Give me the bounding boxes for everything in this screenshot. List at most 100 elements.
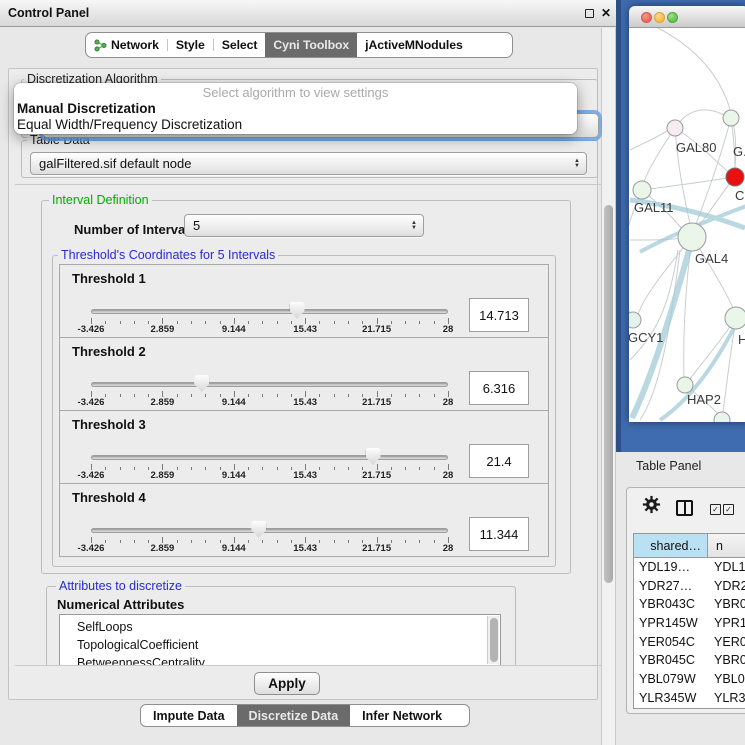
slider-thumb[interactable] [366,448,381,465]
node-gal11[interactable] [633,181,651,199]
table-data-combobox[interactable]: galFiltered.sif default node ▲▼ [30,152,587,175]
table-panel: ✓ ✓ shared… n YDL19…YDL1YDR27…YDR2YBR043… [626,487,745,714]
group-label: Attributes to discretize [56,579,185,593]
table-row[interactable]: YDL19…YDL1 [634,558,745,577]
table-cell[interactable]: YBR043C [634,595,708,614]
table-cell[interactable]: YBL0 [708,670,745,689]
close-icon[interactable]: ✕ [601,5,611,22]
slider-track[interactable] [91,455,448,460]
table-row[interactable]: YBR043CYBR0 [634,595,745,614]
table-cell[interactable]: YBL079W [634,670,708,689]
control-panel: Control Panel ✕ Network Style Select Cyn… [0,0,616,745]
tab-discretize-data[interactable]: Discretize Data [237,705,351,726]
float-window-icon[interactable] [585,9,594,18]
threshold-value-field[interactable]: 6.316 [469,371,529,405]
table-cell[interactable]: YPR1 [708,614,745,633]
node-gal4[interactable] [678,223,706,251]
network-window-titlebar[interactable] [629,6,745,28]
node-h[interactable] [725,307,745,329]
table-cell[interactable]: YBR0 [708,595,745,614]
red-node[interactable] [726,168,744,186]
column-header-shared-name[interactable]: shared… [634,534,708,557]
table-cell[interactable]: YIL052C [634,708,708,710]
node-hap2[interactable] [677,377,693,393]
slider-tick-label: 2.859 [140,397,184,408]
tab-select[interactable]: Select [214,33,266,57]
settings-gear-icon[interactable] [641,494,662,520]
table-cell[interactable]: YER054C [634,633,708,652]
split-view-icon[interactable] [676,500,693,516]
tab-style[interactable]: Style [168,33,213,57]
slider-thumb[interactable] [251,521,266,538]
tab-cyni-toolbox[interactable]: Cyni Toolbox [265,33,357,57]
table-cell[interactable]: YER0 [708,633,745,652]
slider-track[interactable] [91,382,448,387]
column-header-name[interactable]: n [708,534,745,557]
threshold-list: Threshold 1 -3.4262.8599.14415.4321.7152… [59,265,549,557]
table-row[interactable]: YLR345WYLR3 [634,689,745,708]
tab-network[interactable]: Network [86,33,167,57]
table-row[interactable]: YDR27…YDR2 [634,577,745,596]
table-data-value: galFiltered.sif default node [39,156,191,171]
threshold-panel: Threshold 1 -3.4262.8599.14415.4321.7152… [59,264,549,338]
threshold-value-field[interactable]: 21.4 [469,444,529,478]
table-cell[interactable]: YLR3 [708,689,745,708]
table-cell[interactable]: YDL19… [634,558,708,577]
threshold-value-field[interactable]: 11.344 [469,517,529,551]
slider-tick-label: 21.715 [355,543,399,554]
table-cell[interactable]: YLR345W [634,689,708,708]
table-cell[interactable]: YPR145W [634,614,708,633]
node-bottom[interactable] [714,412,730,422]
table-row[interactable]: YIL052CYIL0 [634,708,745,710]
close-traffic-light-icon[interactable] [641,12,652,23]
node-gal80[interactable] [667,120,683,136]
threshold-label: Threshold 4 [72,490,146,505]
node-gcy1[interactable] [629,312,641,328]
slider-tick-label: 9.144 [212,397,256,408]
minimize-traffic-light-icon[interactable] [654,12,665,23]
list-item[interactable]: BetweennessCentrality [60,654,500,666]
slider-tick-label: 9.144 [212,324,256,335]
checkbox-icon[interactable]: ✓ [723,504,734,515]
tab-impute-data[interactable]: Impute Data [141,705,237,726]
threshold-value-field[interactable]: 14.713 [469,298,529,332]
panel-vertical-scrollbar[interactable] [601,28,616,745]
node-label: GCY1 [629,330,663,345]
dropdown-option-equal-width[interactable]: Equal Width/Frequency Discretization [14,117,577,133]
apply-button[interactable]: Apply [254,672,320,695]
number-of-intervals-combobox[interactable]: 5 ▲▼ [184,214,424,237]
dropdown-option-manual[interactable]: Manual Discretization [14,101,577,117]
table-cell[interactable]: YBR045C [634,651,708,670]
table-row[interactable]: YER054CYER0 [634,633,745,652]
checkbox-icon[interactable]: ✓ [710,504,721,515]
slider-track[interactable] [91,309,448,314]
threshold-panel: Threshold 3 -3.4262.8599.14415.4321.7152… [59,410,549,484]
table-cell[interactable]: YBR0 [708,651,745,670]
attributes-to-discretize-group: Attributes to discretize Numerical Attri… [46,586,516,666]
slider-track[interactable] [91,528,448,533]
table-cell[interactable]: YIL0 [708,708,745,710]
list-scrollbar[interactable] [487,616,499,664]
table-row[interactable]: YBR045CYBR0 [634,651,745,670]
table-cell[interactable]: YDR2 [708,577,745,596]
list-item[interactable]: SelfLoops [60,618,500,636]
threshold-label: Threshold 2 [72,344,146,359]
table-row[interactable]: YBL079WYBL0 [634,670,745,689]
number-of-intervals-value: 5 [193,218,200,233]
table-cell[interactable]: YDR27… [634,577,708,596]
tab-infer-network[interactable]: Infer Network [350,705,454,726]
tab-jactivemnodules[interactable]: jActiveMNodules [357,33,471,57]
table-row[interactable]: YPR145WYPR1 [634,614,745,633]
slider-thumb[interactable] [290,302,305,319]
node-label: C [735,188,744,203]
table-rows: YDL19…YDL1YDR27…YDR2YBR043CYBR0YPR145WYP… [634,558,745,709]
slider-thumb[interactable] [194,375,209,392]
node-label: GAL80 [676,140,716,155]
table-cell[interactable]: YDL1 [708,558,745,577]
list-item[interactable]: TopologicalCoefficient [60,636,500,654]
slider-tick-label: 21.715 [355,470,399,481]
zoom-traffic-light-icon[interactable] [667,12,678,23]
network-canvas[interactable]: GAL80 G. C GAL11 GAL4 GCY1 H HAP2 [629,28,745,422]
node-top-right[interactable] [723,110,739,126]
network-view-window: GAL80 G. C GAL11 GAL4 GCY1 H HAP2 [629,6,745,422]
